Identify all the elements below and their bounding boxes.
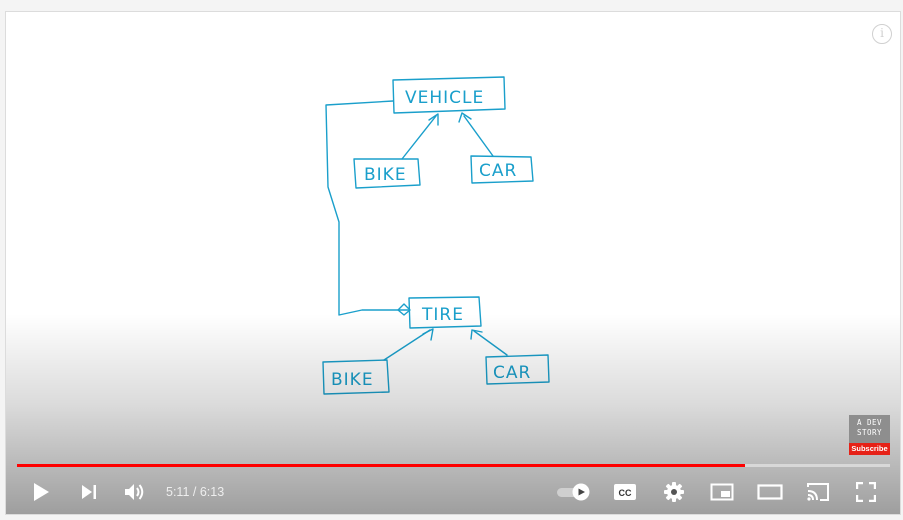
autoplay-toggle-icon <box>557 483 590 501</box>
channel-watermark[interactable]: A DEV STORY Subscribe <box>849 415 890 455</box>
play-button[interactable] <box>26 474 56 510</box>
cast-icon <box>807 483 829 501</box>
theater-mode-icon <box>757 484 783 500</box>
captions-button[interactable]: CC <box>609 474 641 510</box>
control-bar: 5:11 / 6:13 CC <box>6 474 900 510</box>
next-button[interactable] <box>74 474 104 510</box>
fullscreen-icon <box>856 482 876 502</box>
tire-label: TIRE <box>421 305 464 325</box>
current-time: 5:11 <box>166 485 190 499</box>
cast-button[interactable] <box>802 474 834 510</box>
volume-button[interactable] <box>120 474 150 510</box>
fullscreen-button[interactable] <box>850 474 882 510</box>
autoplay-toggle[interactable] <box>554 474 594 510</box>
miniplayer-button[interactable] <box>706 474 738 510</box>
settings-button[interactable] <box>658 474 690 510</box>
settings-gear-icon <box>664 482 684 502</box>
time-display: 5:11 / 6:13 <box>166 474 224 510</box>
composition-line <box>325 100 409 316</box>
captions-icon: CC <box>614 484 636 500</box>
car-bottom-label: CAR <box>493 363 531 383</box>
volume-icon <box>125 484 144 500</box>
video-player[interactable]: VEHICLE BIKE CAR TIRE BIKE CAR i A DEV S… <box>5 11 901 515</box>
theater-mode-button[interactable] <box>754 474 786 510</box>
progress-bar[interactable] <box>17 464 890 467</box>
progress-played <box>17 464 745 467</box>
miniplayer-icon <box>710 483 734 501</box>
info-icon[interactable]: i <box>872 24 892 44</box>
bike-bottom-label: BIKE <box>331 370 374 390</box>
duration: 6:13 <box>199 485 225 499</box>
time-separator: / <box>192 485 197 499</box>
vehicle-label: VEHICLE <box>405 88 484 108</box>
play-icon <box>34 483 49 501</box>
bike-top-label: BIKE <box>364 165 407 185</box>
car-top-label: CAR <box>479 161 517 181</box>
whiteboard-sketch: VEHICLE BIKE CAR TIRE BIKE CAR <box>322 76 550 395</box>
svg-text:CC: CC <box>619 488 632 498</box>
watermark-line-2: STORY <box>856 428 883 437</box>
next-icon <box>82 485 96 499</box>
subscribe-button[interactable]: Subscribe <box>849 443 890 455</box>
watermark-line-1: A DEV <box>856 418 883 427</box>
